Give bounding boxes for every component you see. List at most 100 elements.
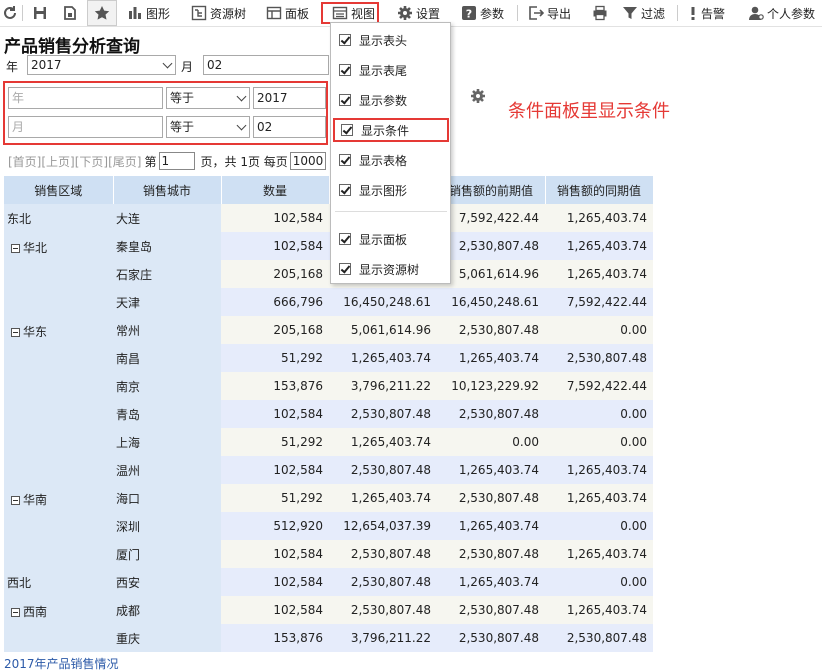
year-param-value: 2017 bbox=[31, 58, 62, 72]
page-number-input[interactable]: 1 bbox=[158, 152, 195, 170]
personal-params-button[interactable]: 个人参数 bbox=[748, 0, 815, 26]
value-cell: 1,265,403.74 bbox=[329, 484, 437, 512]
export-button[interactable]: 导出 bbox=[528, 0, 571, 26]
condition-operator-select[interactable]: 等于 bbox=[166, 87, 250, 109]
column-header[interactable]: 销售区域 bbox=[4, 176, 114, 204]
city-cell: 天津 bbox=[113, 288, 221, 316]
collapse-icon[interactable] bbox=[11, 608, 20, 617]
chevron-down-icon bbox=[236, 120, 247, 131]
next-page-link[interactable]: [下页] bbox=[75, 153, 108, 170]
year-param-select[interactable]: 2017 bbox=[27, 55, 176, 75]
city-cell: 秦皇岛 bbox=[113, 232, 221, 260]
menu-item[interactable]: 显示表格 bbox=[333, 148, 449, 172]
value-cell: 10,123,229.92 bbox=[437, 372, 545, 400]
checkbox-checked-icon[interactable] bbox=[341, 124, 353, 136]
menu-item-label: 显示面板 bbox=[359, 232, 408, 247]
column-header[interactable]: 数量 bbox=[221, 176, 330, 204]
view-button[interactable]: 视图 bbox=[321, 2, 379, 24]
save-button[interactable] bbox=[32, 0, 51, 26]
condition-value-input[interactable]: 2017 bbox=[253, 87, 326, 109]
save-as-button[interactable] bbox=[62, 0, 81, 26]
filter-button[interactable]: 过滤 bbox=[622, 0, 665, 26]
prev-page-link[interactable]: [上页] bbox=[41, 153, 74, 170]
menu-item-label: 显示表头 bbox=[359, 33, 408, 48]
column-header[interactable]: 销售额的同期值 bbox=[545, 176, 654, 204]
refresh-button[interactable] bbox=[2, 0, 21, 26]
checkbox-checked-icon[interactable] bbox=[339, 94, 351, 106]
page-prefix: 第 bbox=[144, 154, 157, 169]
condition-field-year[interactable]: 年 bbox=[8, 87, 163, 109]
refresh-icon bbox=[4, 6, 16, 19]
value-cell: 16,450,248.61 bbox=[437, 288, 545, 316]
checkbox-checked-icon[interactable] bbox=[339, 64, 351, 76]
value-cell: 2,530,807.48 bbox=[437, 540, 545, 568]
per-page-input[interactable]: 1000 bbox=[289, 152, 326, 170]
favorite-button[interactable] bbox=[87, 0, 117, 26]
value-cell: 102,584 bbox=[221, 568, 329, 596]
collapse-icon[interactable] bbox=[11, 496, 20, 505]
table-row: 华东 常州 205,168 5,061,614.96 2,530,807.48 0.00 bbox=[4, 316, 653, 484]
month-param-select[interactable]: 02 bbox=[203, 55, 329, 75]
value-cell: 51,292 bbox=[221, 428, 329, 456]
checkbox-checked-icon[interactable] bbox=[339, 34, 351, 46]
column-header[interactable]: 销售城市 bbox=[113, 176, 222, 204]
resource-tree-icon bbox=[191, 5, 207, 21]
menu-item[interactable]: 显示资源树 bbox=[333, 257, 449, 281]
condition-value-input[interactable]: 02 bbox=[253, 116, 326, 138]
menu-item[interactable]: 显示条件 bbox=[333, 118, 449, 142]
value-cell: 2,530,807.48 bbox=[545, 624, 653, 652]
exclamation-icon bbox=[691, 7, 695, 20]
panel-label: 面板 bbox=[285, 6, 310, 21]
alert-button[interactable]: 告警 bbox=[688, 0, 725, 26]
value-cell: 2,530,807.48 bbox=[437, 624, 545, 652]
toolbar-separator bbox=[22, 5, 23, 21]
table-row: 西南 成都 102,584 2,530,807.48 2,530,807.48 1,265… bbox=[4, 596, 653, 652]
checkbox-checked-icon[interactable] bbox=[339, 263, 351, 275]
value-cell: 2,530,807.48 bbox=[329, 568, 437, 596]
chevron-down-icon bbox=[236, 91, 247, 102]
menu-item[interactable]: 显示图形 bbox=[333, 178, 449, 202]
chart-button[interactable]: 图形 bbox=[127, 0, 170, 26]
region-name: 华北 bbox=[23, 241, 48, 255]
checkbox-checked-icon[interactable] bbox=[339, 233, 351, 245]
checkbox-checked-icon[interactable] bbox=[339, 154, 351, 166]
condition-field-month[interactable]: 月 bbox=[8, 116, 163, 138]
checkbox-checked-icon[interactable] bbox=[339, 184, 351, 196]
menu-item[interactable]: 显示参数 bbox=[333, 88, 449, 112]
value-cell: 0.00 bbox=[545, 512, 653, 540]
menu-item[interactable]: 显示面板 bbox=[333, 227, 449, 251]
resource-tree-button[interactable]: 资源树 bbox=[191, 0, 246, 26]
export-label: 导出 bbox=[547, 6, 572, 21]
collapse-icon[interactable] bbox=[11, 328, 20, 337]
menu-item[interactable]: 显示表头 bbox=[333, 28, 449, 52]
params-button[interactable]: ? 参数 bbox=[461, 0, 504, 26]
condition-field-placeholder: 月 bbox=[12, 120, 25, 134]
condition-operator-select[interactable]: 等于 bbox=[166, 116, 250, 138]
menu-item-label: 显示资源树 bbox=[359, 262, 420, 277]
region-cell: 华东 bbox=[4, 316, 113, 484]
report-footer: 2017年产品销售情况 bbox=[4, 657, 119, 671]
menu-item[interactable]: 显示表尾 bbox=[333, 58, 449, 82]
city-cell: 上海 bbox=[113, 428, 221, 456]
panel-button[interactable]: 面板 bbox=[266, 0, 309, 26]
first-page-link[interactable]: [首页] bbox=[8, 153, 41, 170]
value-cell: 102,584 bbox=[221, 540, 329, 568]
value-cell: 2,530,807.48 bbox=[437, 232, 545, 260]
value-cell: 512,920 bbox=[221, 512, 329, 540]
region-cell: 东北 bbox=[4, 204, 113, 232]
last-page-link[interactable]: [尾页] bbox=[108, 153, 141, 170]
value-cell: 102,584 bbox=[221, 204, 329, 232]
view-dropdown-menu: 显示表头显示表尾显示参数显示条件显示表格显示图形显示面板显示资源树 bbox=[330, 22, 451, 284]
value-cell: 7,592,422.44 bbox=[437, 204, 545, 232]
panel-icon bbox=[266, 6, 282, 20]
collapse-icon[interactable] bbox=[11, 244, 20, 253]
menu-separator bbox=[335, 211, 447, 212]
value-cell: 12,654,037.39 bbox=[329, 512, 437, 540]
value-cell: 102,584 bbox=[221, 400, 329, 428]
table-row: 华南 海口 51,292 1,265,403.74 2,530,807.48 1,265,… bbox=[4, 484, 653, 568]
value-cell: 1,265,403.74 bbox=[437, 568, 545, 596]
value-cell: 1,265,403.74 bbox=[545, 204, 653, 232]
print-button[interactable] bbox=[592, 0, 611, 26]
column-header[interactable]: 销售额的前期值 bbox=[437, 176, 546, 204]
gear-icon[interactable] bbox=[470, 88, 486, 104]
